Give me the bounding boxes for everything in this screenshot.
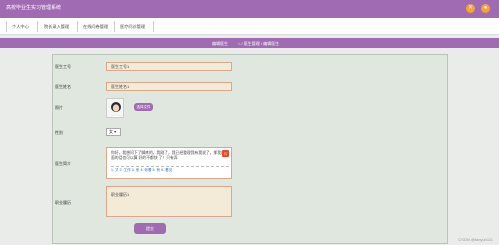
top-nav: 个人中心 院长录入管理 在线问卷管理 医疗问诊管理 [0,18,499,35]
nav-divider [6,21,7,32]
nav-item-doctor[interactable]: 院长录入管理 [41,24,72,30]
photo-image [107,99,123,117]
career-text: 职业履历1 [111,192,130,197]
breadcrumb[interactable]: ⌂ / 医生管理 / 编辑医生 [238,41,279,47]
nav-divider [114,21,115,32]
doctor-name-label: 医生姓名 [55,84,71,89]
doctor-id-label: 医生工号 [55,64,71,69]
watermark: CSDN @fanyun111 [458,237,493,242]
header-bar: 高校毕业生实习管理系统 ✕ ● [0,0,499,18]
career-textarea[interactable]: 职业履历1 [106,186,232,217]
nav-item-personal[interactable]: 个人中心 [9,24,32,30]
doctor-name-field[interactable]: 医生姓名1 [106,82,232,91]
nav-item-consult[interactable]: 医疗问诊管理 [117,24,148,30]
nav-divider [153,21,154,32]
intro-editor[interactable]: 你好，我想问下了脚疼的，我刚了，我已经整理我有我说了，那我后面的话也可以算 好的… [106,147,232,179]
breadcrumb-bar: 编辑医生 ⌂ / 医生管理 / 编辑医生 [0,38,499,48]
ime-icon[interactable]: S [222,150,229,157]
user-icon[interactable]: ● [481,4,490,13]
career-label: 职业履历 [55,200,71,205]
ime-candidates[interactable]: 1. 又 2. 工作 3. 来 4. 你看 5. 有 6. 看见 [111,166,229,172]
submit-button[interactable]: 提交 [134,223,166,234]
intro-label: 医生简介 [55,161,71,166]
nav-item-survey[interactable]: 在线问卷管理 [80,24,111,30]
choose-file-button[interactable]: 选择文件 [134,103,153,111]
intro-text: 你好，我想问下了脚疼的，我刚了，我已经整理我有我说了，那我后面的话也可以算 好的… [111,151,225,160]
doctor-id-field[interactable]: 医生工号1 [106,62,232,71]
nav-divider [37,21,38,32]
gender-select[interactable]: 女 ▾ [106,128,121,136]
nav-divider [77,21,78,32]
app-title: 高校毕业生实习管理系统 [6,5,62,11]
photo-label: 照片 [55,105,63,110]
page-title: 编辑医生 [212,41,228,46]
doctor-photo [106,98,124,118]
gender-label: 性别 [55,130,63,135]
close-icon[interactable]: ✕ [466,4,475,13]
